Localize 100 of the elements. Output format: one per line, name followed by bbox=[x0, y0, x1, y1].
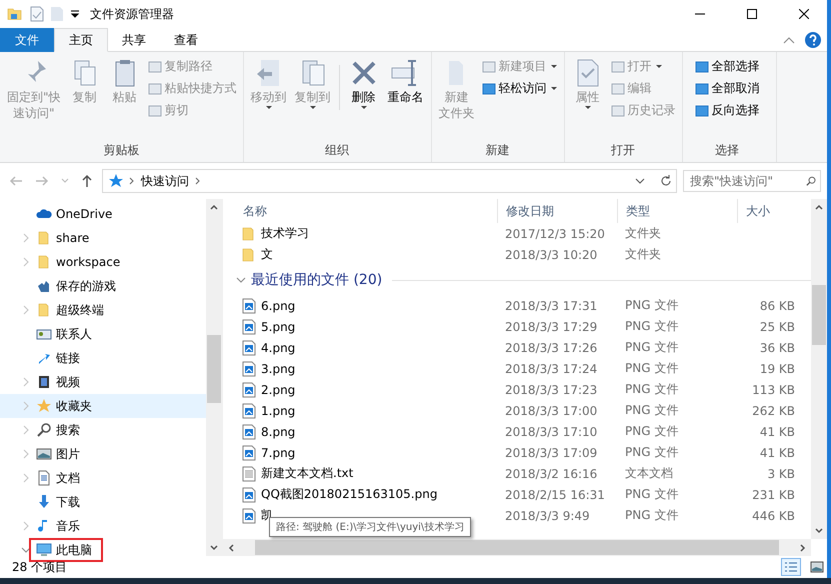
file-type: PNG 文件 bbox=[624, 507, 680, 524]
ribbon-icon bbox=[482, 82, 496, 96]
group-label: 新建 bbox=[484, 142, 511, 159]
ribbon-button[interactable]: 删除 bbox=[344, 55, 383, 140]
pictures-icon bbox=[36, 446, 52, 462]
file-name[interactable]: 8.png bbox=[261, 424, 296, 438]
properties-icon[interactable] bbox=[30, 6, 44, 22]
scrollbar[interactable] bbox=[811, 199, 827, 539]
column-header[interactable]: 大小 bbox=[737, 199, 797, 223]
nav-item[interactable]: 音乐 bbox=[0, 514, 206, 538]
file-name[interactable]: 新建文本文档.txt bbox=[261, 465, 354, 482]
group-header[interactable]: 最近使用的文件 (20) bbox=[251, 271, 382, 289]
group-label: 剪贴板 bbox=[102, 142, 140, 159]
downloads-icon bbox=[36, 494, 52, 510]
nav-item[interactable]: 搜索 bbox=[0, 418, 206, 442]
details-view-button[interactable] bbox=[781, 558, 801, 576]
file-name[interactable]: 文 bbox=[261, 246, 273, 263]
maximize-icon bbox=[747, 9, 757, 19]
chevron-icon[interactable] bbox=[129, 177, 135, 185]
image-file-icon bbox=[241, 402, 257, 418]
ribbon-tab[interactable]: 主页 bbox=[54, 28, 108, 52]
new-folder-icon[interactable] bbox=[50, 6, 64, 22]
nav-label: 保存的游戏 bbox=[56, 278, 116, 294]
modified-date: 2018/3/3 17:10 bbox=[504, 424, 598, 438]
landscape-icon bbox=[810, 561, 824, 573]
ribbon-tab[interactable]: 共享 bbox=[108, 28, 160, 52]
nav-label: 收藏夹 bbox=[56, 398, 92, 414]
file-name[interactable]: 4.png bbox=[261, 340, 296, 354]
caret-icon bbox=[550, 86, 558, 91]
file-name[interactable]: 技术学习 bbox=[261, 225, 309, 242]
nav-item[interactable]: 链接 bbox=[0, 346, 206, 370]
scroll-thumb[interactable] bbox=[255, 540, 779, 555]
file-type: 文件夹 bbox=[624, 225, 662, 242]
file-name[interactable]: 2.png bbox=[261, 382, 296, 396]
caret-icon bbox=[654, 64, 663, 69]
file-name[interactable]: 5.png bbox=[261, 320, 296, 334]
horizontal-scrollbar[interactable] bbox=[223, 539, 811, 556]
nav-item[interactable]: workspace bbox=[0, 250, 206, 274]
nav-item[interactable]: 视频 bbox=[0, 370, 206, 394]
help-icon[interactable] bbox=[805, 32, 821, 48]
star-icon bbox=[107, 174, 123, 188]
nav-label: share bbox=[56, 231, 90, 245]
folder-icon bbox=[6, 6, 24, 22]
videos-icon bbox=[36, 374, 52, 390]
ribbon-tab[interactable]: 查看 bbox=[160, 28, 212, 52]
nav-item[interactable]: OneDrive bbox=[0, 202, 206, 226]
address-field[interactable]: 快速访问 bbox=[102, 169, 677, 193]
ribbon-icon bbox=[148, 104, 162, 118]
nav-label: 此电脑 bbox=[56, 542, 92, 558]
text-file-icon bbox=[241, 466, 257, 482]
modified-date: 2018/3/3 9:49 bbox=[504, 508, 591, 522]
file-size: 446 KB bbox=[751, 508, 796, 522]
scroll-thumb[interactable] bbox=[207, 335, 221, 403]
file-name[interactable]: QQ截图20180215163105.png bbox=[261, 486, 438, 503]
nav-item[interactable]: 保存的游戏 bbox=[0, 274, 206, 298]
image-file-icon bbox=[241, 444, 257, 460]
file-name[interactable]: 3.png bbox=[261, 362, 296, 376]
column-header[interactable]: 名称 bbox=[235, 199, 497, 223]
modified-date: 2018/3/3 17:09 bbox=[504, 446, 598, 460]
ribbon-icon bbox=[610, 82, 625, 96]
scroll-thumb[interactable] bbox=[812, 285, 826, 345]
file-type: PNG 文件 bbox=[624, 402, 680, 419]
modified-date: 2018/3/2 16:16 bbox=[504, 466, 598, 480]
image-file-icon bbox=[241, 424, 257, 440]
file-name[interactable]: 7.png bbox=[261, 446, 296, 460]
search-field[interactable]: 搜索"快速访问" bbox=[683, 170, 821, 192]
scrollbar[interactable] bbox=[206, 199, 222, 556]
image-file-icon bbox=[241, 382, 257, 398]
nav-item[interactable]: 收藏夹 bbox=[0, 394, 206, 418]
nav-label: 超级终端 bbox=[56, 302, 104, 318]
modified-date: 2018/3/3 17:29 bbox=[504, 320, 598, 334]
ribbon-button[interactable]: 全部选择 bbox=[692, 57, 762, 76]
file-size: 262 KB bbox=[751, 404, 796, 418]
window-title: 文件资源管理器 bbox=[90, 6, 175, 22]
nav-item[interactable]: share bbox=[0, 226, 206, 250]
dropdown-icon[interactable] bbox=[70, 9, 80, 19]
nav-label: OneDrive bbox=[56, 207, 112, 221]
chevron-icon[interactable] bbox=[195, 177, 201, 185]
breadcrumb[interactable]: 快速访问 bbox=[141, 172, 189, 190]
nav-item[interactable]: 下载 bbox=[0, 490, 206, 514]
file-menu-tab[interactable]: 文件 bbox=[0, 28, 54, 52]
collapse-ribbon-icon[interactable] bbox=[783, 36, 795, 44]
ribbon-button[interactable]: 全部取消 bbox=[692, 79, 762, 98]
nav-item[interactable]: 文档 bbox=[0, 466, 206, 490]
caret-icon bbox=[550, 64, 558, 69]
file-name[interactable]: 1.png bbox=[261, 404, 296, 418]
nav-label: 搜索 bbox=[56, 422, 80, 438]
nav-item[interactable]: 超级终端 bbox=[0, 298, 206, 322]
nav-item[interactable]: 联系人 bbox=[0, 322, 206, 346]
ribbon-button[interactable]: 反向选择 bbox=[692, 101, 762, 120]
image-file-icon bbox=[241, 340, 257, 356]
ribbon-button[interactable]: 重命名 bbox=[384, 55, 427, 140]
nav-item[interactable]: 图片 bbox=[0, 442, 206, 466]
ribbon-button[interactable]: 轻松访问 bbox=[480, 79, 560, 98]
file-type: PNG 文件 bbox=[624, 318, 680, 335]
file-size: 86 KB bbox=[758, 298, 796, 312]
column-header[interactable]: 修改日期 bbox=[497, 199, 617, 223]
search-icon bbox=[36, 422, 52, 438]
column-header[interactable]: 类型 bbox=[617, 199, 737, 223]
file-name[interactable]: 6.png bbox=[261, 298, 296, 312]
